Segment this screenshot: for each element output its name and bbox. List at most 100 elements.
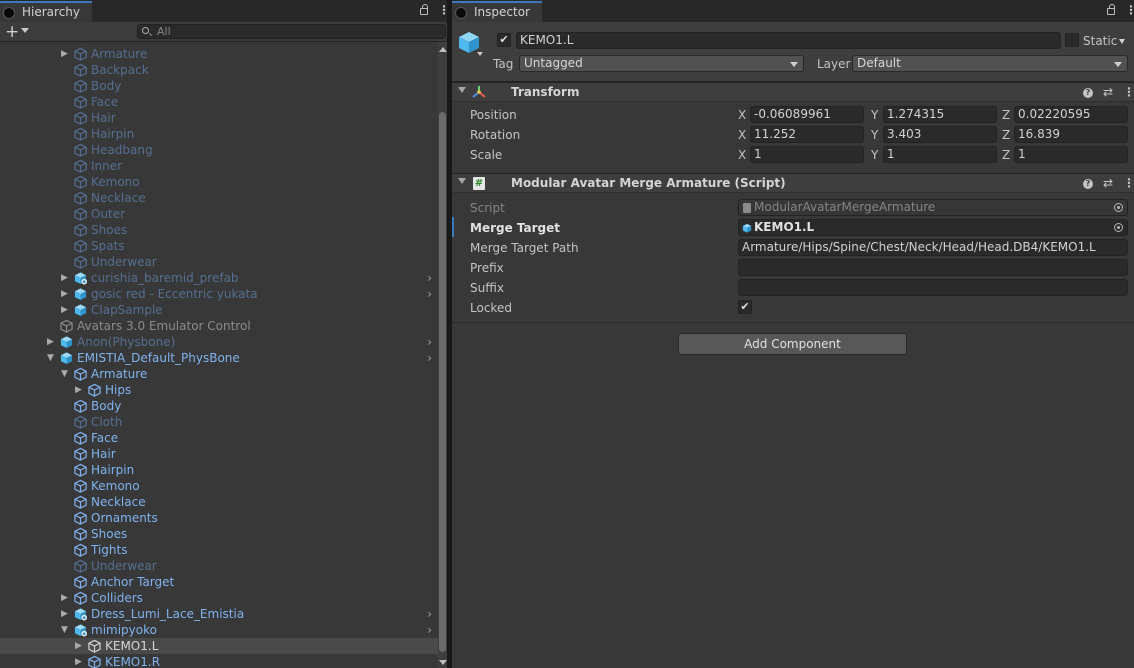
transform-position-z-field[interactable]: 0.02220595 — [1014, 106, 1128, 123]
gameobject-cube-icon[interactable] — [457, 30, 481, 54]
hierarchy-row[interactable]: Necklace — [0, 494, 438, 510]
locked-checkbox[interactable]: ✔ — [738, 300, 752, 314]
hierarchy-row[interactable]: Hair — [0, 446, 438, 462]
transform-position-x-field[interactable]: -0.06089961 — [750, 106, 864, 123]
add-dropdown-icon[interactable] — [21, 28, 29, 33]
hierarchy-row[interactable]: Outer — [0, 206, 438, 222]
kebab-menu-icon[interactable]: ⋮ — [438, 3, 450, 17]
axis-y-label[interactable]: Y — [871, 108, 878, 122]
hierarchy-row[interactable]: Hair — [0, 110, 438, 126]
help-icon[interactable]: ? — [1082, 88, 1093, 98]
add-object-button[interactable]: + — [5, 22, 19, 42]
icon-dropdown-icon[interactable] — [477, 52, 483, 56]
hierarchy-row[interactable]: Tights — [0, 542, 438, 558]
hierarchy-row[interactable]: Cloth — [0, 414, 438, 430]
expand-arrow-icon[interactable]: ▶ — [61, 270, 71, 286]
hierarchy-row[interactable]: ▶ curishia_baremid_prefab › — [0, 270, 438, 286]
hierarchy-row[interactable]: Shoes — [0, 222, 438, 238]
hierarchy-row[interactable]: Face — [0, 94, 438, 110]
static-label[interactable]: Static — [1083, 34, 1117, 48]
hierarchy-row[interactable]: Body — [0, 398, 438, 414]
hierarchy-row[interactable]: ▶ KEMO1.R — [0, 654, 438, 668]
expand-arrow-icon[interactable]: ▶ — [61, 606, 71, 622]
hierarchy-row[interactable]: ▶ KEMO1.L — [0, 638, 438, 654]
scrollbar-thumb[interactable] — [439, 112, 446, 652]
transform-scale-z-field[interactable]: 1 — [1014, 146, 1128, 163]
active-checkbox[interactable]: ✔ — [497, 33, 511, 47]
transform-rotation-z-field[interactable]: 16.839 — [1014, 126, 1128, 143]
axis-x-label[interactable]: X — [738, 148, 746, 162]
hierarchy-row[interactable]: Headbang — [0, 142, 438, 158]
tag-dropdown[interactable]: Untagged — [519, 55, 804, 72]
merge-target-field[interactable]: KEMO1.L — [738, 219, 1128, 236]
hierarchy-row[interactable]: ▼ mimipyoko › — [0, 622, 438, 638]
lock-icon[interactable] — [420, 4, 429, 15]
expand-arrow-icon[interactable]: ▶ — [47, 334, 57, 350]
presets-icon[interactable]: ⇄ — [1103, 85, 1113, 99]
open-prefab-icon[interactable]: › — [427, 350, 432, 366]
transform-rotation-y-field[interactable]: 3.403 — [883, 126, 997, 143]
hierarchy-row[interactable]: Avatars 3.0 Emulator Control — [0, 318, 438, 334]
kebab-menu-icon[interactable]: ⋮ — [1125, 3, 1134, 17]
merge-target-path-field[interactable]: Armature/Hips/Spine/Chest/Neck/Head/Head… — [738, 239, 1128, 256]
expand-arrow-icon[interactable]: ▶ — [61, 286, 71, 302]
hierarchy-row[interactable]: Face — [0, 430, 438, 446]
expand-arrow-icon[interactable]: ▶ — [61, 46, 71, 62]
axis-y-label[interactable]: Y — [871, 148, 878, 162]
object-picker-icon[interactable] — [1114, 223, 1123, 232]
layer-dropdown[interactable]: Default — [852, 55, 1128, 72]
transform-scale-y-field[interactable]: 1 — [883, 146, 997, 163]
collapse-arrow-icon[interactable]: ▼ — [61, 366, 71, 382]
hierarchy-scrollbar[interactable] — [438, 42, 447, 668]
foldout-icon[interactable] — [458, 87, 466, 93]
collapse-arrow-icon[interactable]: ▼ — [47, 350, 57, 366]
kebab-menu-icon[interactable]: ⋮ — [1123, 176, 1134, 190]
expand-arrow-icon[interactable]: ▶ — [61, 590, 71, 606]
scroll-down-icon[interactable] — [439, 660, 447, 665]
hierarchy-row[interactable]: Backpack — [0, 62, 438, 78]
transform-position-y-field[interactable]: 1.274315 — [883, 106, 997, 123]
expand-arrow-icon[interactable]: ▶ — [75, 638, 85, 654]
hierarchy-row[interactable]: ▶ ClapSample — [0, 302, 438, 318]
axis-x-label[interactable]: X — [738, 128, 746, 142]
hierarchy-row[interactable]: Kemono — [0, 478, 438, 494]
hierarchy-row[interactable]: Necklace — [0, 190, 438, 206]
hierarchy-row[interactable]: ▶ Colliders — [0, 590, 438, 606]
merge-armature-header[interactable]: # Modular Avatar Merge Armature (Script)… — [452, 173, 1134, 193]
hierarchy-row[interactable]: ▶ Anon(Physbone) › — [0, 334, 438, 350]
hierarchy-tab[interactable]: Hierarchy — [0, 1, 92, 22]
axis-z-label[interactable]: Z — [1002, 148, 1010, 162]
lock-icon[interactable] — [1107, 4, 1116, 15]
hierarchy-row[interactable]: Inner — [0, 158, 438, 174]
collapse-arrow-icon[interactable]: ▼ — [61, 622, 71, 638]
axis-z-label[interactable]: Z — [1002, 128, 1010, 142]
object-name-field[interactable]: KEMO1.L — [516, 32, 1061, 49]
hierarchy-row[interactable]: Kemono — [0, 174, 438, 190]
hierarchy-row[interactable]: Spats — [0, 238, 438, 254]
open-prefab-icon[interactable]: › — [427, 606, 432, 622]
expand-arrow-icon[interactable]: ▶ — [75, 382, 85, 398]
hierarchy-row[interactable]: ▼ Armature — [0, 366, 438, 382]
hierarchy-row[interactable]: Body — [0, 78, 438, 94]
hierarchy-row[interactable]: ▼ EMISTIA_Default_PhysBone › — [0, 350, 438, 366]
presets-icon[interactable]: ⇄ — [1103, 176, 1113, 190]
open-prefab-icon[interactable]: › — [427, 334, 432, 350]
inspector-tab[interactable]: Inspector — [452, 1, 542, 22]
foldout-icon[interactable] — [458, 178, 466, 184]
hierarchy-row[interactable]: Anchor Target — [0, 574, 438, 590]
transform-header[interactable]: Transform ? ⇄ ⋮ — [452, 82, 1134, 102]
suffix-field[interactable] — [738, 279, 1128, 296]
hierarchy-row[interactable]: ▶ gosic red - Eccentric yukata › — [0, 286, 438, 302]
transform-scale-x-field[interactable]: 1 — [750, 146, 864, 163]
transform-rotation-x-field[interactable]: 11.252 — [750, 126, 864, 143]
hierarchy-row[interactable]: ▶ Armature — [0, 46, 438, 62]
axis-y-label[interactable]: Y — [871, 128, 878, 142]
expand-arrow-icon[interactable]: ▶ — [75, 654, 85, 668]
hierarchy-row[interactable]: Ornaments — [0, 510, 438, 526]
hierarchy-row[interactable]: ▶ Dress_Lumi_Lace_Emistia › — [0, 606, 438, 622]
axis-z-label[interactable]: Z — [1002, 108, 1010, 122]
hierarchy-row[interactable]: Underwear — [0, 558, 438, 574]
hierarchy-row[interactable]: Hairpin — [0, 462, 438, 478]
kebab-menu-icon[interactable]: ⋮ — [1123, 85, 1134, 99]
hierarchy-row[interactable]: ▶ Hips — [0, 382, 438, 398]
